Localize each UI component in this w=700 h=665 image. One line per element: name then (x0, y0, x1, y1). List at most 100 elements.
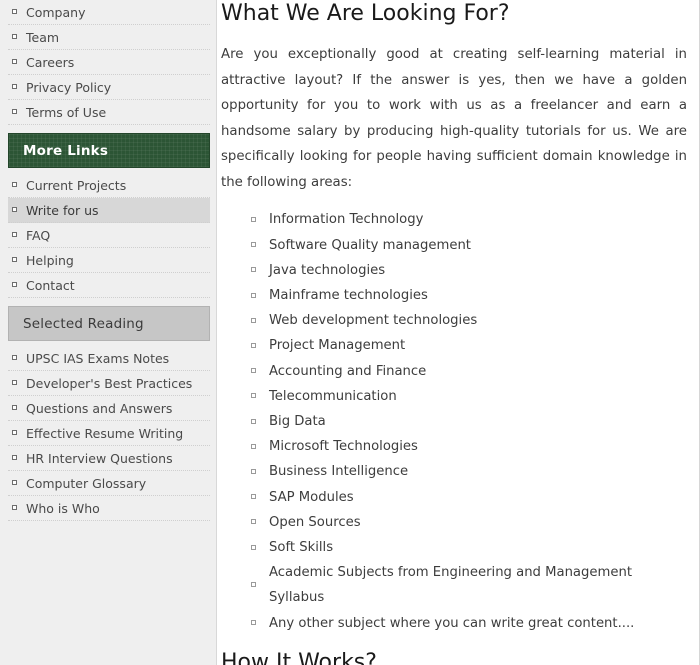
sidebar-item-label: Computer Glossary (26, 476, 147, 491)
sidebar-group-more-links: Current Projects Write for us FAQ Helpin… (8, 173, 210, 298)
list-item: Open Sources (251, 510, 689, 535)
list-item-label: Big Data (269, 414, 326, 430)
bullet-square-icon (251, 242, 256, 248)
sidebar-item-company[interactable]: Company (8, 0, 210, 25)
bullet-square-icon (12, 207, 17, 212)
intro-paragraph: Are you exceptionally good at creating s… (221, 47, 687, 190)
list-item-label: Any other subject where you can write gr… (269, 615, 635, 631)
sidebar: Company Team Careers Privacy Policy Term… (0, 0, 217, 665)
list-item-label: Mainframe technologies (269, 288, 428, 303)
list-item: Any other subject where you can write gr… (251, 611, 689, 636)
bullet-square-icon (251, 317, 256, 323)
sidebar-item-label: UPSC IAS Exams Notes (26, 351, 170, 366)
sidebar-inner: Company Team Careers Privacy Policy Term… (0, 0, 216, 521)
bullet-square-icon (12, 109, 17, 114)
list-item-label: Accounting and Finance (269, 363, 427, 379)
list-item: Telecommunication (251, 384, 689, 409)
bullet-square-icon (12, 505, 17, 510)
sidebar-item-label: Effective Resume Writing (26, 426, 184, 441)
bullet-square-icon (12, 84, 17, 89)
sidebar-item-label: Current Projects (26, 178, 127, 193)
page-root: Company Team Careers Privacy Policy Term… (0, 0, 700, 665)
bullet-square-icon (12, 282, 17, 287)
sidebar-item-developers-best-practices[interactable]: Developer's Best Practices (8, 371, 210, 396)
list-item: Accounting and Finance (251, 359, 689, 384)
bullet-square-icon (251, 469, 256, 475)
sidebar-item-label: Contact (26, 278, 75, 293)
bullet-square-icon (12, 182, 17, 187)
bullet-square-icon (251, 343, 256, 348)
sidebar-item-label: Developer's Best Practices (26, 376, 193, 391)
sidebar-item-helping[interactable]: Helping (8, 248, 210, 273)
list-item: Project Management (251, 333, 689, 358)
list-item-label: Information Technology (269, 212, 424, 228)
page-title-what-we-are-looking-for: What We Are Looking For? (221, 1, 510, 26)
sidebar-item-computer-glossary[interactable]: Computer Glossary (8, 471, 210, 496)
sidebar-item-team[interactable]: Team (8, 25, 210, 50)
sidebar-item-label: Who is Who (26, 501, 100, 516)
sidebar-item-label: Privacy Policy (26, 80, 112, 95)
sidebar-item-questions-and-answers[interactable]: Questions and Answers (8, 396, 210, 421)
bullet-square-icon (251, 292, 256, 298)
sidebar-item-hr-interview-questions[interactable]: HR Interview Questions (8, 446, 210, 471)
bullet-square-icon (12, 59, 17, 64)
list-item: Business Intelligence (251, 459, 689, 484)
sidebar-group-selected-reading: UPSC IAS Exams Notes Developer's Best Pr… (8, 346, 210, 521)
sidebar-item-current-projects[interactable]: Current Projects (8, 173, 210, 198)
list-item: Software Quality management (251, 233, 689, 258)
list-item-label: Software Quality management (269, 237, 471, 253)
sidebar-item-who-is-who[interactable]: Who is Who (8, 496, 210, 521)
sidebar-item-label: Company (26, 5, 86, 20)
bullet-square-icon (251, 216, 256, 222)
sidebar-heading-selected-reading: Selected Reading (8, 306, 210, 341)
list-item: Soft Skills (251, 535, 689, 560)
list-item: Web development technologies (251, 308, 689, 333)
sidebar-item-label: Questions and Answers (26, 401, 173, 416)
bullet-square-icon (12, 455, 17, 460)
sidebar-item-careers[interactable]: Careers (8, 50, 210, 75)
sidebar-item-terms-of-use[interactable]: Terms of Use (8, 100, 210, 125)
sidebar-heading-more-links: More Links (8, 133, 210, 168)
list-item: Big Data (251, 409, 689, 434)
sidebar-item-label: FAQ (26, 228, 51, 243)
list-item: SAP Modules (251, 485, 689, 510)
list-item: Mainframe technologies (251, 283, 689, 308)
sidebar-item-label: Write for us (26, 203, 99, 218)
sidebar-item-label: Careers (26, 55, 75, 70)
list-item-label: SAP Modules (269, 489, 354, 505)
list-item: Academic Subjects from Engineering and M… (251, 560, 689, 610)
bullet-square-icon (12, 34, 17, 39)
sidebar-item-privacy-policy[interactable]: Privacy Policy (8, 75, 210, 100)
list-item-label: Project Management (269, 338, 406, 354)
bullet-square-icon (251, 267, 256, 273)
bullet-square-icon (251, 393, 256, 399)
sidebar-item-upsc-ias-exams-notes[interactable]: UPSC IAS Exams Notes (8, 346, 210, 371)
bullet-square-icon (12, 380, 17, 385)
sidebar-item-label: Team (26, 30, 60, 45)
bullet-square-icon (251, 368, 256, 374)
sidebar-item-faq[interactable]: FAQ (8, 223, 210, 248)
page-title-how-it-works: How It Works? (221, 649, 377, 665)
bullet-square-icon (251, 544, 256, 550)
bullet-square-icon (12, 480, 17, 485)
bullet-square-icon (12, 430, 17, 435)
sidebar-item-label: Helping (26, 253, 74, 268)
bullet-square-icon (12, 405, 17, 410)
sidebar-item-write-for-us[interactable]: Write for us (8, 198, 210, 223)
list-item-label: Open Sources (269, 514, 361, 530)
bullet-square-icon (251, 519, 256, 525)
content-inner: What We Are Looking For? Are you excepti… (221, 1, 689, 665)
bullet-square-icon (12, 355, 17, 360)
bullet-square-icon (12, 257, 17, 262)
topics-list: Information Technology Software Quality … (221, 207, 689, 635)
bullet-square-icon (251, 582, 256, 588)
sidebar-item-effective-resume-writing[interactable]: Effective Resume Writing (8, 421, 210, 446)
list-item-label: Soft Skills (269, 540, 334, 556)
list-item-label: Microsoft Technologies (269, 439, 418, 455)
list-item: Information Technology (251, 207, 689, 232)
sidebar-group-top: Company Team Careers Privacy Policy Term… (8, 0, 210, 125)
list-item-label: Academic Subjects from Engineering and M… (269, 565, 632, 606)
bullet-square-icon (251, 443, 256, 449)
bullet-square-icon (12, 232, 17, 237)
sidebar-item-contact[interactable]: Contact (8, 273, 210, 298)
